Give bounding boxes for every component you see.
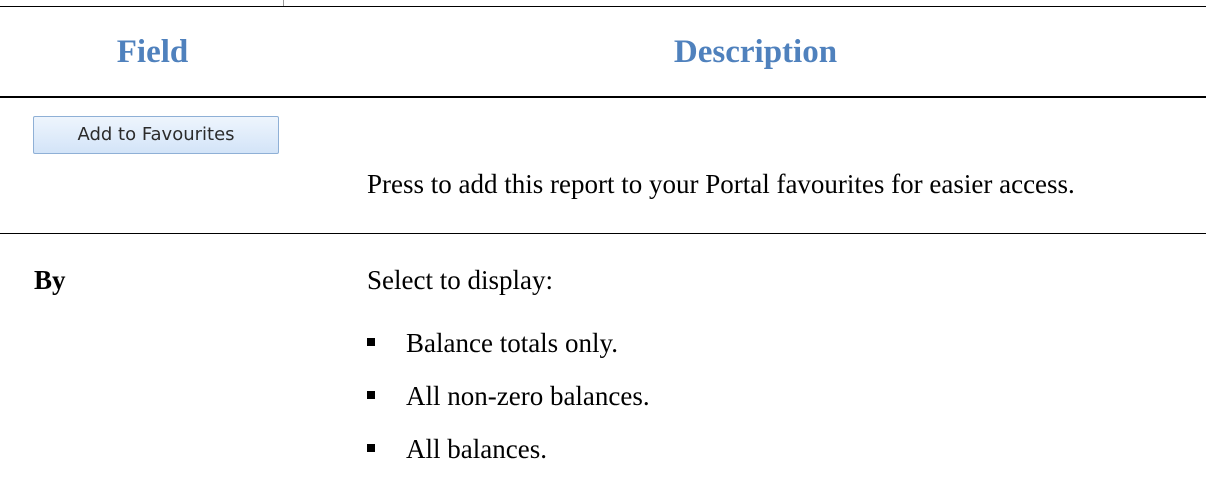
square-bullet-icon <box>367 391 375 399</box>
by-option-label: All balances. <box>406 434 547 464</box>
header-bottom-rule <box>0 96 1206 98</box>
column-header-description: Description <box>673 34 838 70</box>
add-to-favourites-description: Press to add this report to your Portal … <box>367 169 1075 199</box>
column-header-field: Field <box>116 34 189 70</box>
by-description-intro: Select to display: <box>367 265 553 295</box>
add-to-favourites-button[interactable]: Add to Favourites <box>33 116 279 154</box>
field-label-by: By <box>34 265 66 295</box>
square-bullet-icon <box>367 444 375 452</box>
table-top-rule <box>0 6 1206 7</box>
row-divider-rule <box>0 233 1206 234</box>
by-option-label: Balance totals only. <box>406 328 618 358</box>
square-bullet-icon <box>367 338 375 346</box>
by-option-label: All non-zero balances. <box>406 381 650 411</box>
